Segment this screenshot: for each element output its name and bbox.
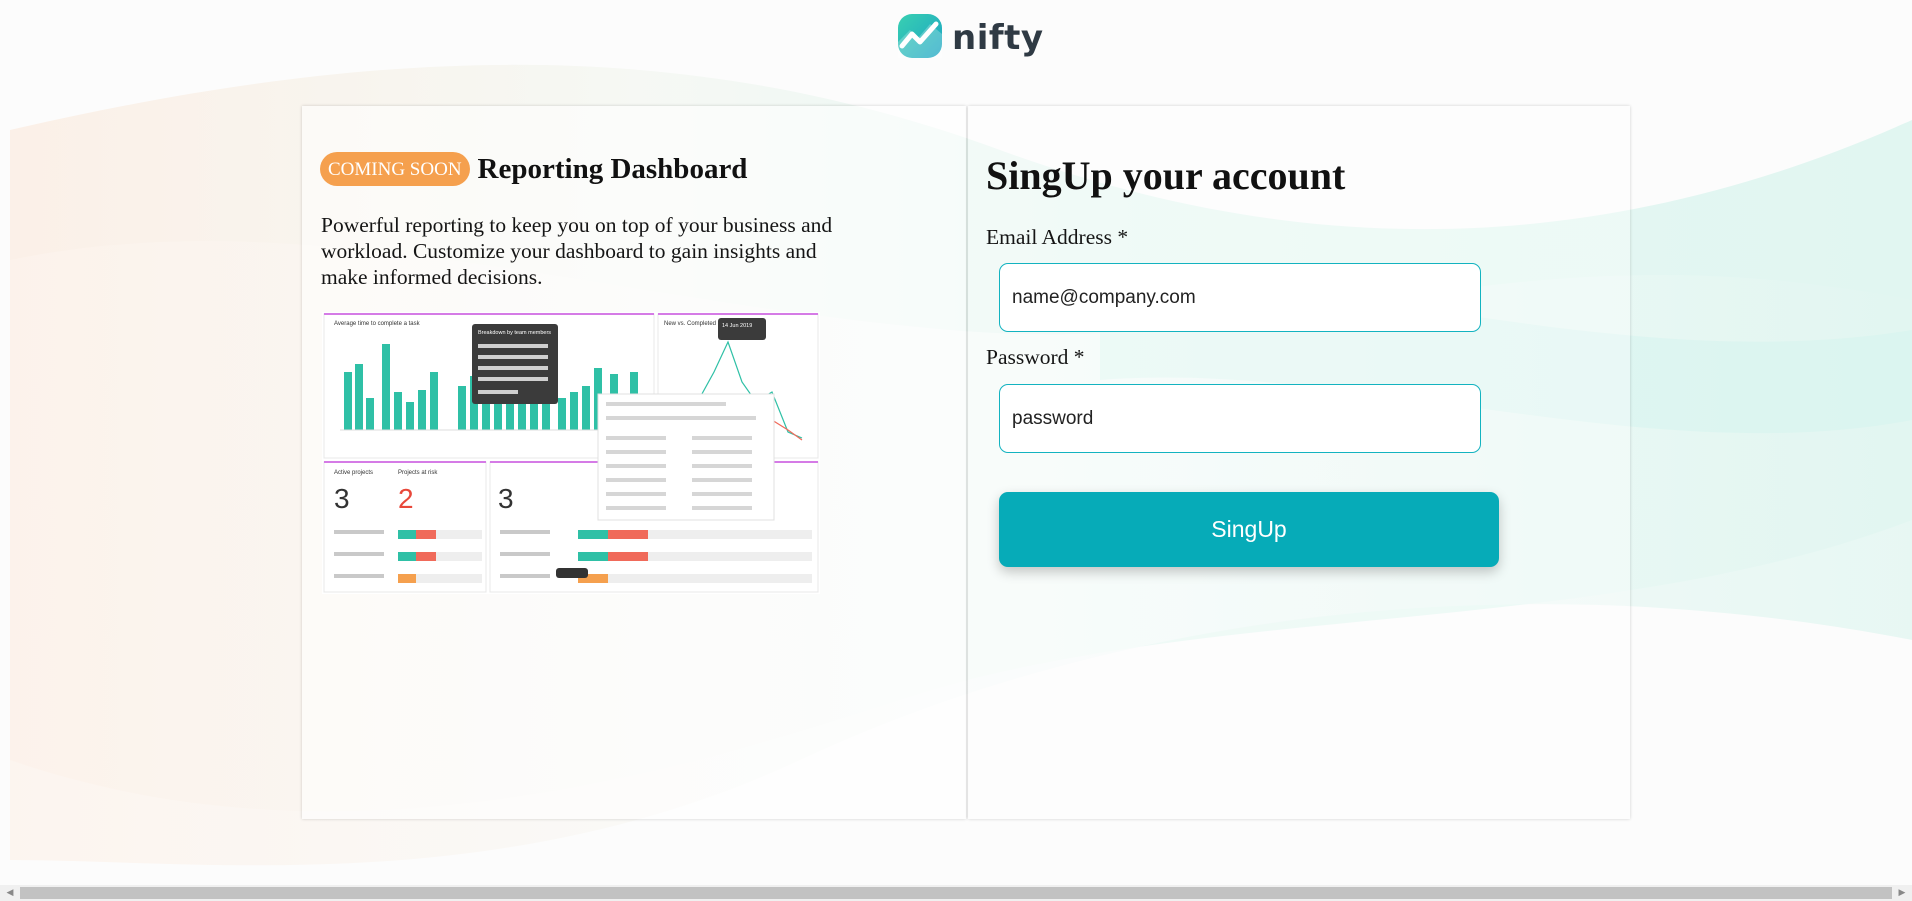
dashboard-preview-image: Average time to complete a task Breakdow… [322, 312, 820, 594]
preview-active-value-2: 3 [498, 483, 514, 514]
nifty-logo[interactable]: nifty [896, 12, 1044, 64]
email-label: Email Address * [986, 225, 1129, 249]
preview-tooltip-title: Breakdown by team members [478, 330, 551, 336]
signup-title: SingUp your account [986, 153, 1346, 198]
brand-name: nifty [952, 18, 1044, 58]
scroll-right-icon[interactable]: ▶ [1894, 887, 1910, 899]
preview-card-active: Active projects [334, 470, 373, 476]
preview-risk-value: 2 [398, 483, 414, 514]
preview-tooltip2-title: 14 Jun 2019 [722, 323, 752, 329]
coming-soon-badge: COMING SOON [320, 152, 470, 186]
preview-chart2-title: New vs. Completed [664, 321, 716, 327]
horizontal-scrollbar[interactable]: ◀ ▶ [0, 885, 1912, 901]
email-field[interactable] [999, 263, 1481, 332]
preview-chart-title: Average time to complete a task [334, 321, 421, 327]
signup-panel [968, 106, 1630, 819]
nifty-logo-icon [896, 12, 944, 65]
preview-card-risk: Projects at risk [398, 470, 438, 476]
feature-heading: COMING SOON Reporting Dashboard [320, 152, 747, 186]
password-field[interactable] [999, 384, 1481, 453]
feature-description: Powerful reporting to keep you on top of… [321, 213, 833, 289]
scrollbar-thumb[interactable] [20, 887, 1892, 899]
preview-active-value: 3 [334, 483, 350, 514]
signup-button[interactable]: SingUp [999, 492, 1499, 567]
password-label: Password * [986, 345, 1085, 369]
feature-title: Reporting Dashboard [477, 152, 748, 185]
scroll-left-icon[interactable]: ◀ [2, 887, 18, 899]
